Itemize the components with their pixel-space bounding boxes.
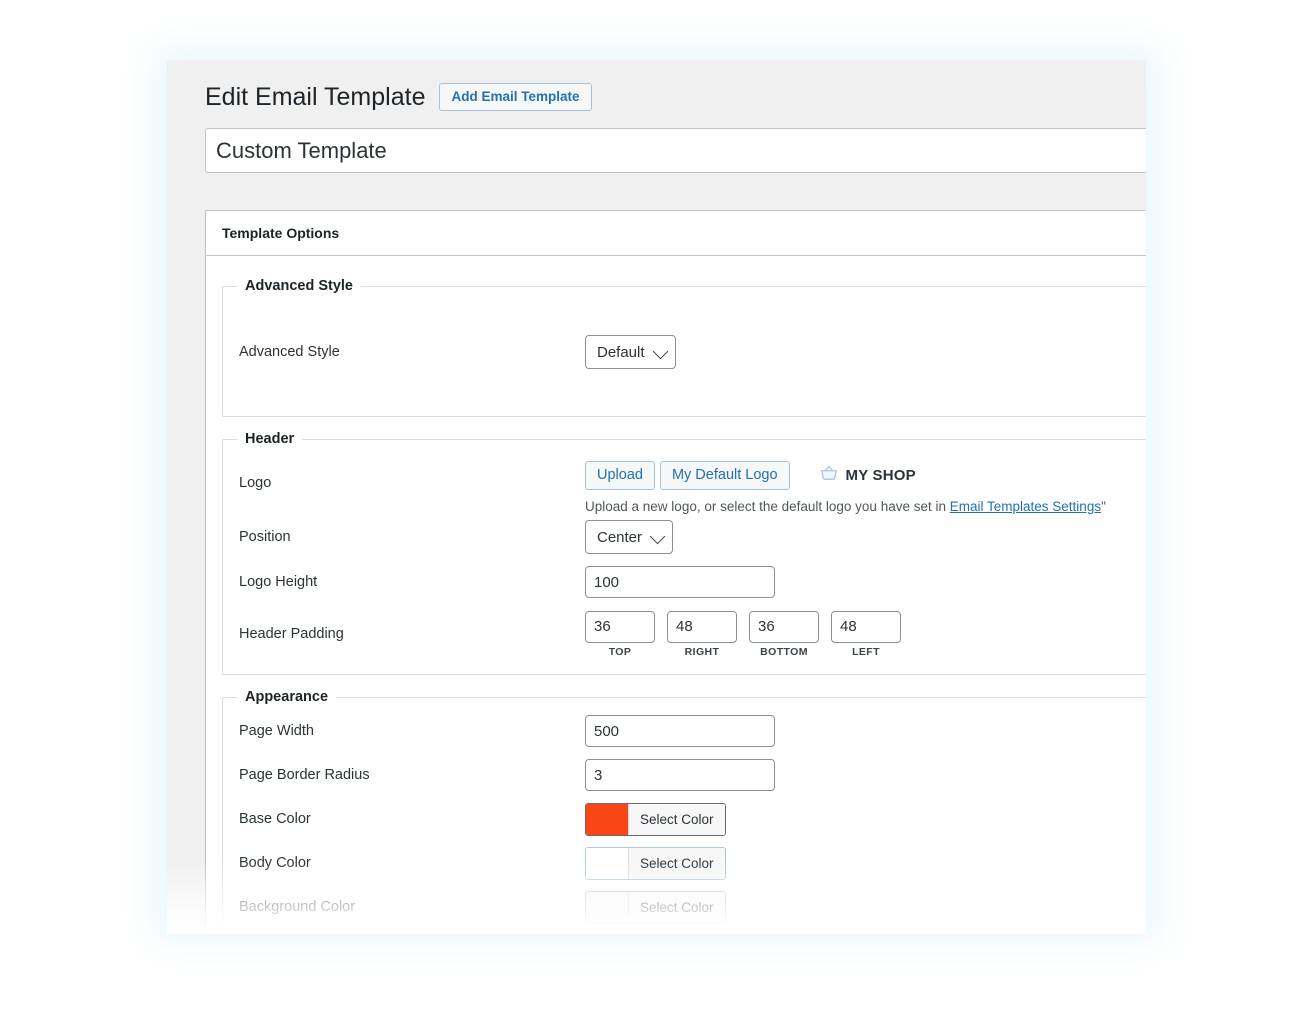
row-page-border-radius: Page Border Radius bbox=[223, 753, 1146, 797]
chevron-down-icon bbox=[652, 344, 668, 360]
logo-label: Logo bbox=[239, 461, 585, 491]
body-color-picker-button[interactable]: Select Color bbox=[585, 847, 726, 880]
title-field-wrap bbox=[183, 128, 1146, 173]
header-padding-bottom: BOTTOM bbox=[749, 611, 819, 658]
advanced-style-select-value: Default bbox=[597, 344, 645, 361]
page-width-label: Page Width bbox=[239, 723, 585, 739]
template-title-input[interactable] bbox=[205, 128, 1146, 173]
logo-description-suffix: " bbox=[1101, 499, 1106, 514]
body-color-label: Body Color bbox=[239, 855, 585, 871]
header-padding-bottom-caption: BOTTOM bbox=[760, 646, 808, 658]
header-padding-left: LEFT bbox=[831, 611, 901, 658]
advanced-style-label: Advanced Style bbox=[239, 344, 585, 360]
metabox-header[interactable]: Template Options bbox=[206, 211, 1146, 256]
header-padding-left-input[interactable] bbox=[831, 611, 901, 643]
upload-logo-button[interactable]: Upload bbox=[585, 461, 655, 490]
body-color-swatch bbox=[586, 848, 629, 879]
position-select[interactable]: Center bbox=[585, 520, 673, 554]
header-padding-left-caption: LEFT bbox=[852, 646, 880, 658]
background-color-picker-button[interactable]: Select Color bbox=[585, 891, 726, 924]
body-color-select-label: Select Color bbox=[629, 848, 725, 879]
logo-description: Upload a new logo, or select the default… bbox=[585, 490, 1106, 514]
logo-preview: MY SHOP bbox=[819, 463, 916, 488]
add-email-template-button[interactable]: Add Email Template bbox=[439, 83, 591, 111]
page-title: Edit Email Template bbox=[205, 82, 425, 112]
background-color-label: Background Color bbox=[239, 899, 585, 915]
row-logo-height: Logo Height bbox=[223, 560, 1146, 604]
base-color-select-label: Select Color bbox=[629, 804, 725, 835]
header-padding-group: TOP RIGHT BOTTOM bbox=[585, 611, 901, 658]
advanced-style-select[interactable]: Default bbox=[585, 335, 676, 369]
row-background-color: Background Color Select Color bbox=[223, 885, 1146, 929]
background-color-swatch bbox=[586, 892, 629, 923]
logo-buttons: Upload My Default Logo bbox=[585, 461, 1106, 490]
position-label: Position bbox=[239, 529, 585, 545]
row-header-padding: Header Padding TOP bbox=[223, 604, 1146, 664]
base-color-swatch bbox=[586, 804, 629, 835]
row-body-color: Body Color Select Color bbox=[223, 841, 1146, 885]
header-padding-right-input[interactable] bbox=[667, 611, 737, 643]
my-default-logo-button[interactable]: My Default Logo bbox=[660, 461, 790, 490]
logo-height-input[interactable] bbox=[585, 566, 775, 598]
advanced-style-group: Advanced Style Advanced Style Default bbox=[222, 278, 1146, 417]
header-padding-label: Header Padding bbox=[239, 626, 585, 642]
logo-description-text: Upload a new logo, or select the default… bbox=[585, 499, 950, 514]
header-padding-top: TOP bbox=[585, 611, 655, 658]
background-color-select-label: Select Color bbox=[629, 892, 725, 923]
page-border-radius-label: Page Border Radius bbox=[239, 767, 585, 783]
header-legend: Header bbox=[237, 431, 302, 447]
metabox-body: Advanced Style Advanced Style Default bbox=[206, 256, 1146, 932]
row-page-width: Page Width bbox=[223, 709, 1146, 753]
row-text-color: Text Color Select Color bbox=[223, 929, 1146, 932]
appearance-group: Appearance Page Width Page Border Radius bbox=[222, 689, 1146, 932]
screenshot-stage: Edit Email Template Add Email Template T… bbox=[0, 0, 1300, 1014]
shopping-basket-icon bbox=[819, 463, 839, 488]
header-padding-right: RIGHT bbox=[667, 611, 737, 658]
page-width-input[interactable] bbox=[585, 715, 775, 747]
appearance-legend: Appearance bbox=[237, 689, 336, 705]
header-padding-bottom-input[interactable] bbox=[749, 611, 819, 643]
chevron-down-icon bbox=[650, 529, 666, 545]
metabox-title: Template Options bbox=[222, 225, 339, 241]
logo-height-label: Logo Height bbox=[239, 574, 585, 590]
header-group: Header Logo Upload My Default Logo bbox=[222, 431, 1146, 675]
position-select-value: Center bbox=[597, 529, 642, 546]
email-templates-settings-link[interactable]: Email Templates Settings bbox=[950, 499, 1101, 514]
row-base-color: Base Color Select Color bbox=[223, 797, 1146, 841]
template-options-metabox: Template Options Advanced Style Advanced… bbox=[205, 210, 1146, 932]
row-logo: Logo Upload My Default Logo bbox=[223, 451, 1146, 514]
row-advanced-style: Advanced Style Default bbox=[223, 298, 1146, 406]
wp-admin-page: Edit Email Template Add Email Template T… bbox=[167, 60, 1146, 932]
base-color-label: Base Color bbox=[239, 811, 585, 827]
logo-preview-text: MY SHOP bbox=[846, 467, 916, 484]
page-header: Edit Email Template Add Email Template bbox=[183, 60, 1146, 128]
row-position: Position Center bbox=[223, 514, 1146, 560]
header-padding-right-caption: RIGHT bbox=[685, 646, 720, 658]
header-padding-top-caption: TOP bbox=[609, 646, 632, 658]
header-padding-top-input[interactable] bbox=[585, 611, 655, 643]
page-border-radius-input[interactable] bbox=[585, 759, 775, 791]
advanced-style-legend: Advanced Style bbox=[237, 278, 361, 294]
base-color-picker-button[interactable]: Select Color bbox=[585, 803, 726, 836]
